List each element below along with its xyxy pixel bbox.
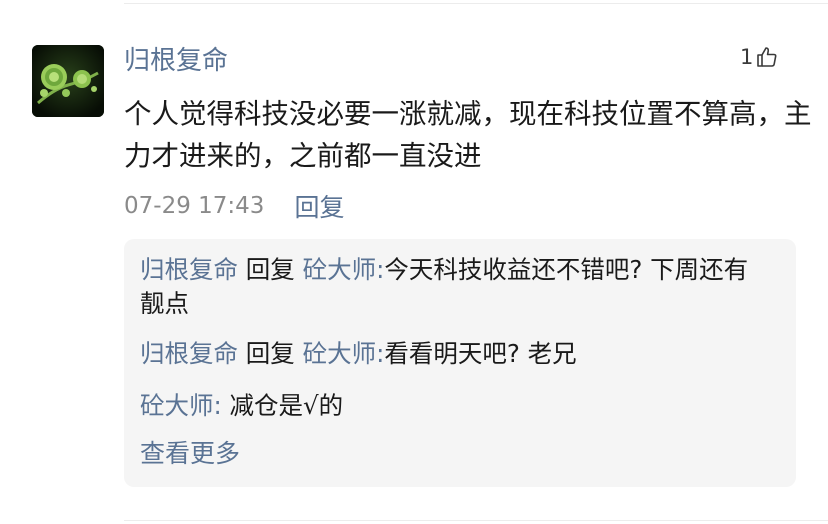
reply-text: 减仓是√的 — [221, 391, 344, 420]
top-divider — [124, 3, 828, 4]
reply-verb: 回复 — [238, 339, 303, 368]
comment-username[interactable]: 归根复命 — [124, 44, 228, 78]
reply-button[interactable]: 回复 — [294, 188, 344, 224]
reply-author[interactable]: 归根复命 — [140, 255, 238, 284]
reply-author[interactable]: 归根复命 — [140, 339, 238, 368]
reply-target[interactable]: 砼大师: — [303, 339, 385, 368]
comment-page: 归根复命 1 个人觉得科技没必要一涨就减，现在科技位置不算高，主力才进来的，之前… — [0, 0, 828, 524]
reply-target[interactable]: 砼大师: — [303, 255, 385, 284]
like-count: 1 — [740, 45, 754, 69]
like-button[interactable]: 1 — [740, 42, 779, 72]
avatar[interactable] — [32, 45, 104, 117]
comment-meta: 07-29 17:43 回复 — [124, 189, 344, 223]
reply-item[interactable]: 归根复命 回复 砼大师:看看明天吧? 老兄 — [140, 337, 760, 371]
reply-author[interactable]: 砼大师: — [140, 391, 222, 420]
reply-item[interactable]: 归根复命 回复 砼大师:今天科技收益还不错吧? 下周还有靓点 — [140, 253, 760, 321]
comment-content: 个人觉得科技没必要一涨就减，现在科技位置不算高，主力才进来的，之前都一直没进 — [124, 98, 812, 172]
fern-sprout-avatar-image — [32, 45, 104, 117]
thumbs-up-icon — [757, 47, 777, 67]
reply-item[interactable]: 砼大师: 减仓是√的 — [140, 389, 760, 423]
reply-text: 看看明天吧? 老兄 — [384, 339, 577, 368]
reply-verb: 回复 — [238, 255, 303, 284]
comment-timestamp: 07-29 17:43 — [124, 193, 265, 219]
view-more-link[interactable]: 查看更多 — [140, 437, 240, 471]
bottom-divider — [124, 520, 828, 521]
reply-thread: 归根复命 回复 砼大师:今天科技收益还不错吧? 下周还有靓点 归根复命 回复 砼… — [124, 239, 796, 487]
